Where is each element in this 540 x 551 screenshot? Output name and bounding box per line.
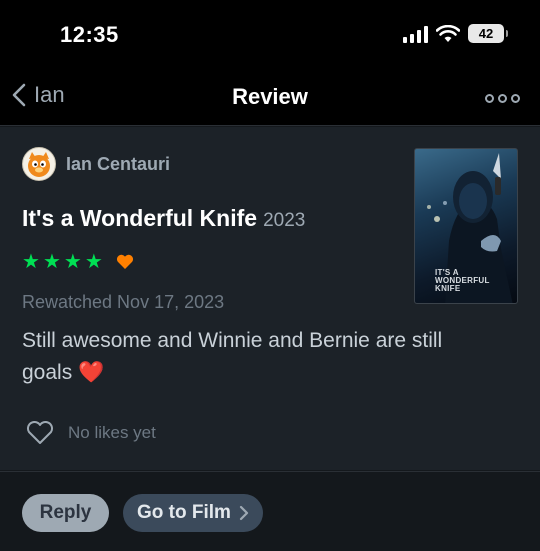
film-poster[interactable]: IT'S A WONDERFUL KNIFE xyxy=(414,148,518,304)
chevron-right-icon xyxy=(239,505,249,521)
status-icons: 42 xyxy=(403,24,508,43)
star-icon: ★ xyxy=(84,251,103,273)
dot-icon xyxy=(511,94,520,103)
clock: 12:35 xyxy=(60,22,119,47)
page-title: Review xyxy=(232,84,308,109)
likes-label: No likes yet xyxy=(68,423,156,442)
film-title[interactable]: It's a Wonderful Knife xyxy=(22,205,257,232)
film-year: 2023 xyxy=(263,210,306,231)
battery-level: 42 xyxy=(478,26,494,41)
battery-icon: 42 xyxy=(468,24,508,43)
cell-signal-icon xyxy=(403,25,428,43)
heart-liked-icon xyxy=(116,254,133,269)
go-to-film-button[interactable]: Go to Film xyxy=(123,494,263,532)
star-icon: ★ xyxy=(22,251,40,273)
film-heading[interactable]: It's a Wonderful Knife 2023 xyxy=(22,205,305,232)
review-author[interactable]: Ian Centauri xyxy=(22,147,170,181)
reply-button[interactable]: Reply xyxy=(22,494,109,532)
nav-bar: Ian Review xyxy=(0,70,540,126)
star-icon: ★ xyxy=(42,251,61,273)
status-bar: 12:35 42 xyxy=(0,0,540,70)
star-icon: ★ xyxy=(63,251,82,273)
cat-avatar-icon xyxy=(28,152,50,177)
avatar[interactable] xyxy=(22,147,56,181)
more-options-button[interactable] xyxy=(485,94,520,103)
rating: ★ ★ ★ ★ xyxy=(22,252,134,272)
watch-date: Rewatched Nov 17, 2023 xyxy=(22,292,225,312)
dot-icon xyxy=(498,94,507,103)
heart-outline-icon[interactable] xyxy=(26,421,54,445)
author-name[interactable]: Ian Centauri xyxy=(66,154,170,175)
go-to-film-label: Go to Film xyxy=(137,502,231,523)
review-text: Still awesome and Winnie and Bernie are … xyxy=(22,329,443,384)
review-card: Ian Centauri It's a Wonderful Knife 2023… xyxy=(0,127,540,470)
likes-row[interactable]: No likes yet xyxy=(26,421,156,445)
footer-actions: Reply Go to Film xyxy=(0,471,540,551)
wifi-icon xyxy=(436,24,460,42)
poster-title: IT'S A WONDERFUL KNIFE xyxy=(435,268,490,293)
dot-icon xyxy=(485,94,494,103)
